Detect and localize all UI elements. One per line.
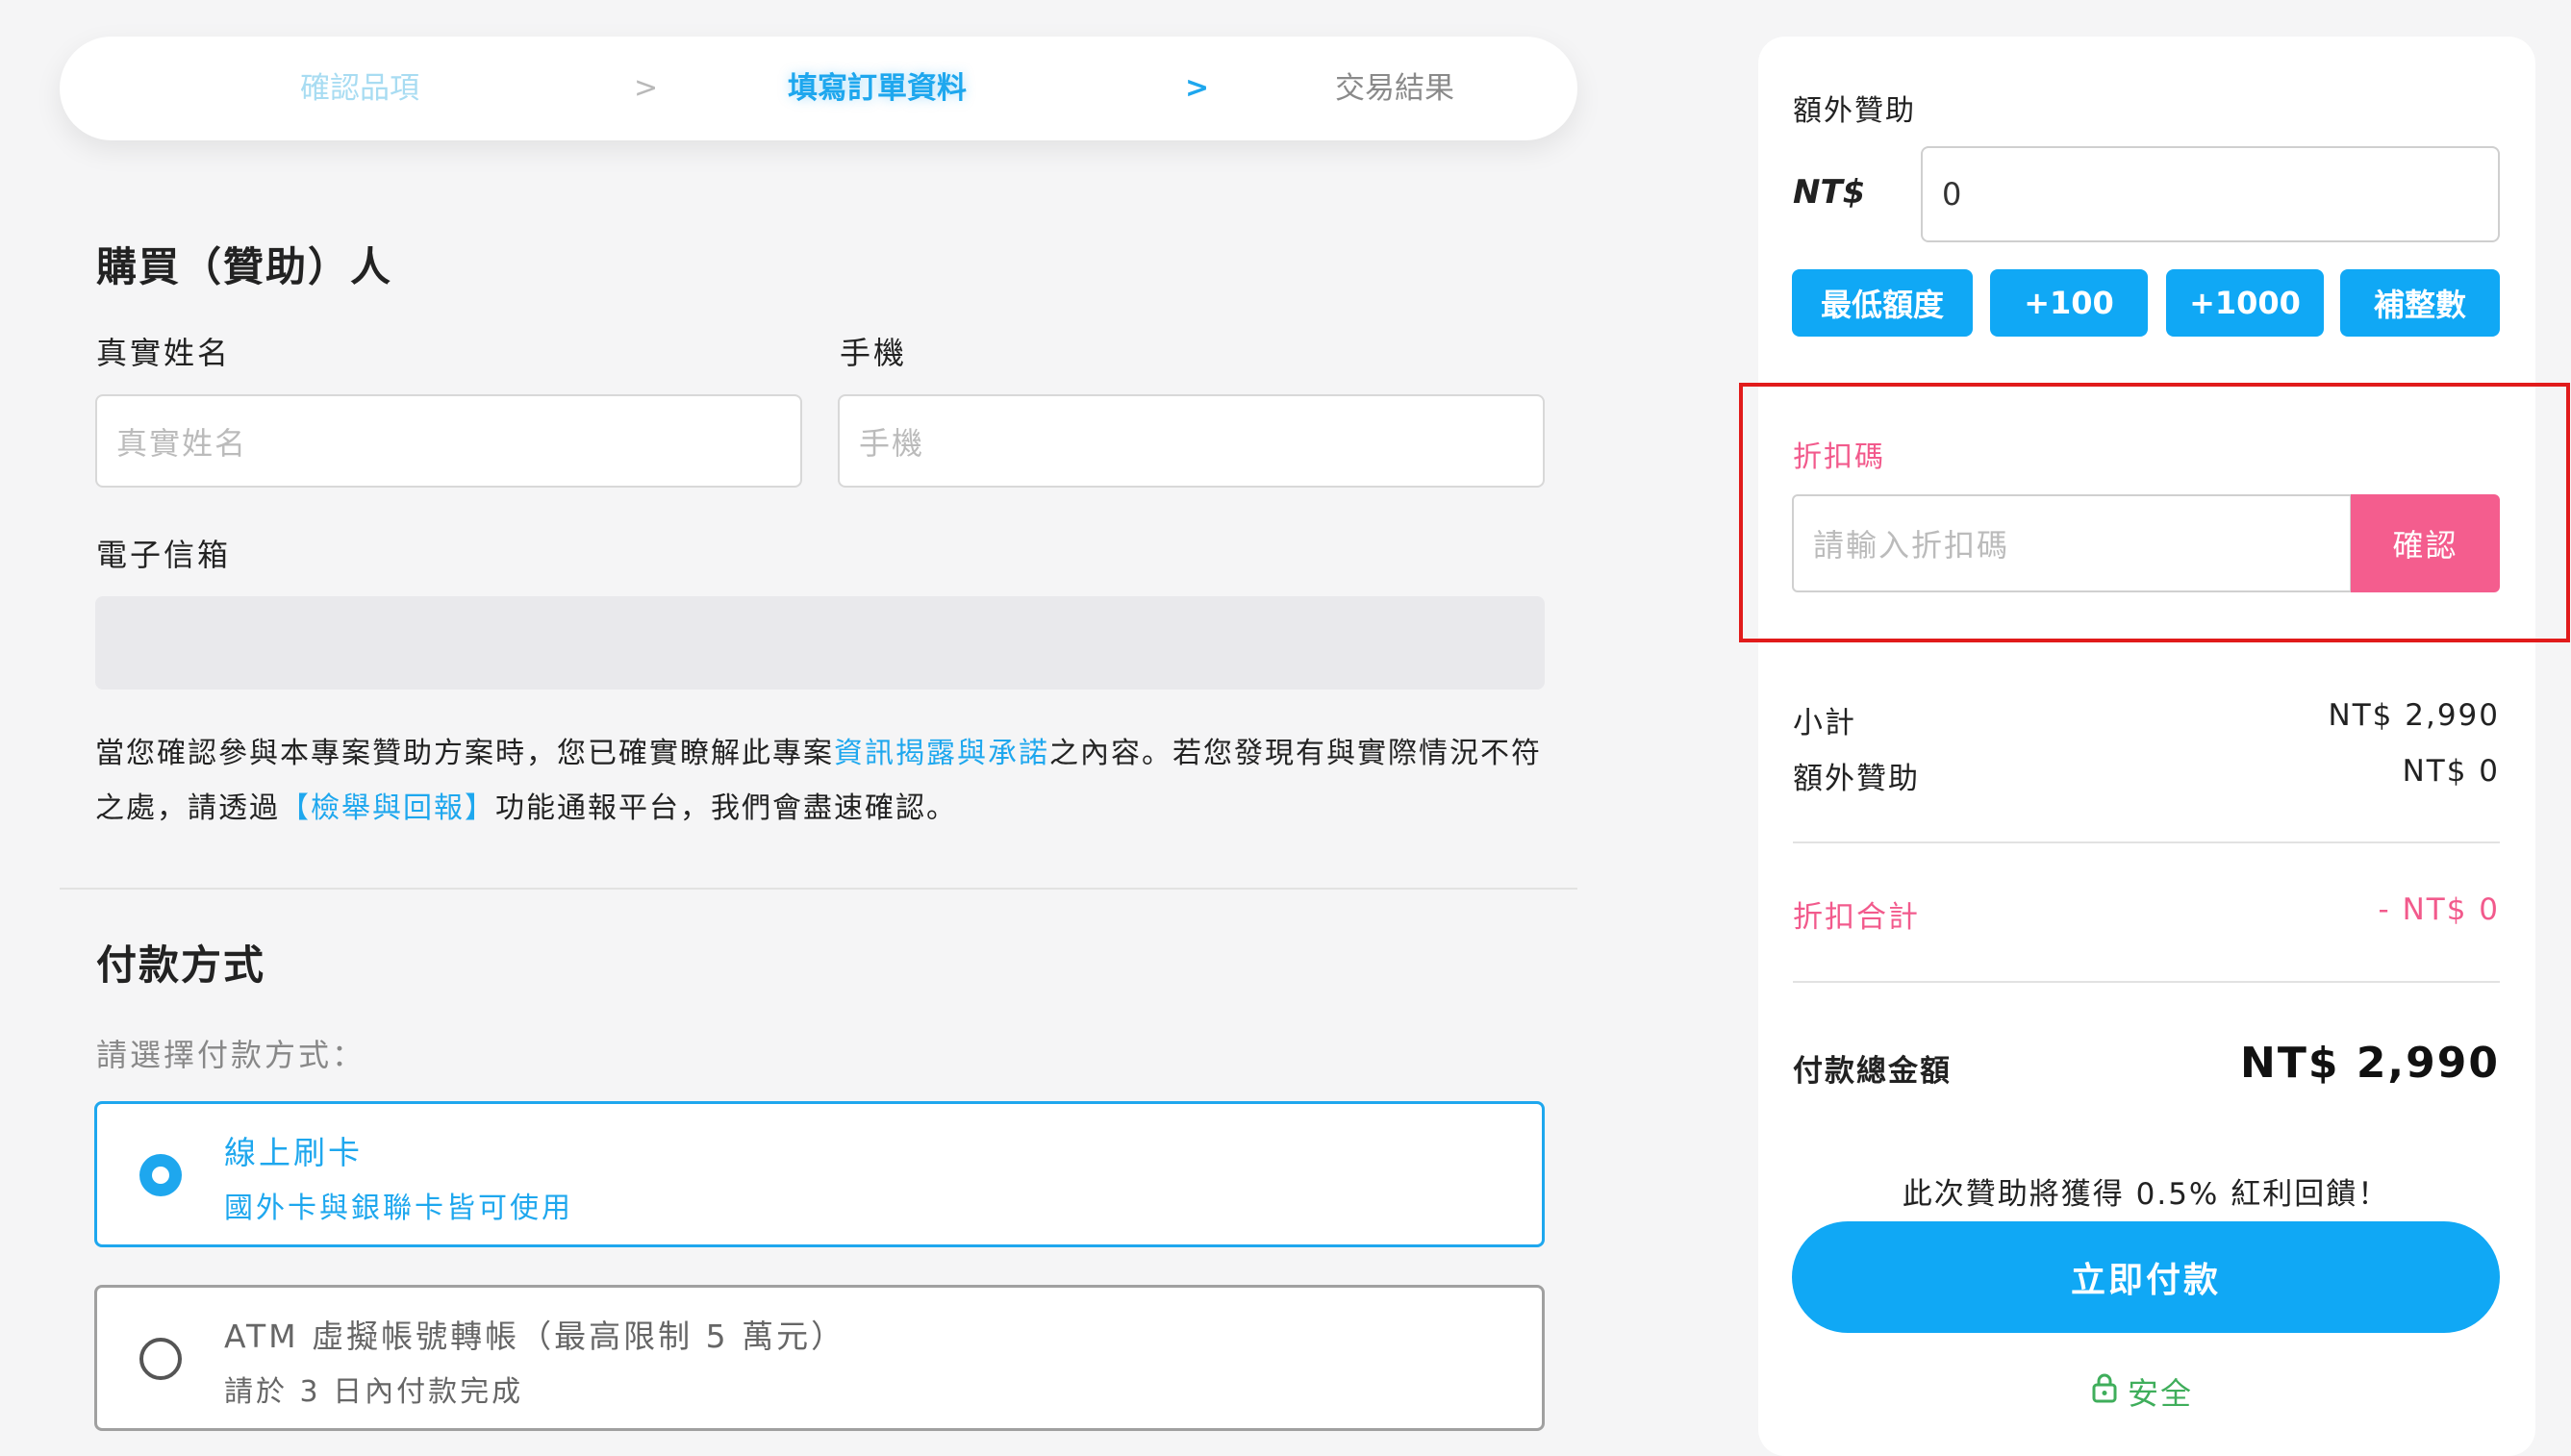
- add-1000-button[interactable]: +1000: [2166, 269, 2324, 337]
- secure-indicator: 安全: [2091, 1369, 2193, 1414]
- step-fill-order: 填寫訂單資料: [788, 71, 967, 106]
- secure-text: 安全: [2128, 1375, 2194, 1412]
- email-field[interactable]: [95, 596, 1545, 690]
- currency-label: NT$: [1793, 173, 1866, 212]
- subtotal-value: NT$ 2,990: [2328, 698, 2500, 733]
- payment-option-title: 線上刷卡: [224, 1134, 363, 1171]
- name-label: 真實姓名: [96, 335, 232, 371]
- summary-divider: [1793, 841, 2500, 843]
- lock-icon: [2091, 1371, 2118, 1412]
- payment-prompt: 請選擇付款方式：: [96, 1037, 366, 1073]
- extra-sponsor-summary-label: 額外贊助: [1793, 762, 1920, 796]
- extra-sponsor-summary-value: NT$ 0: [2402, 754, 2500, 789]
- add-100-button[interactable]: +100: [1990, 269, 2148, 337]
- extra-sponsor-label: 額外贊助: [1793, 94, 1916, 128]
- radio-selected-icon[interactable]: [139, 1154, 182, 1196]
- payment-option-subtitle: 國外卡與銀聯卡皆可使用: [224, 1192, 573, 1225]
- buyer-section-title: 購買（贊助）人: [96, 243, 393, 290]
- payment-option-title: ATM 虛擬帳號轉帳（最高限制 5 萬元）: [224, 1318, 846, 1355]
- phone-label: 手機: [840, 335, 908, 371]
- summary-divider: [1793, 981, 2500, 983]
- payment-section-title: 付款方式: [96, 941, 266, 989]
- name-input[interactable]: 真實姓名: [95, 394, 802, 488]
- subtotal-label: 小計: [1793, 706, 1856, 741]
- extra-sponsor-input[interactable]: 0: [1921, 146, 2500, 242]
- radio-unselected-icon[interactable]: [139, 1338, 182, 1380]
- report-link[interactable]: 【檢舉與回報】: [280, 791, 495, 825]
- notice-text: 功能通報平台，我們會盡速確認。: [495, 791, 957, 825]
- payment-option-subtitle: 請於 3 日內付款完成: [224, 1375, 524, 1409]
- notice-text: 當您確認參與本專案贊助方案時，您已確實瞭解此專案: [95, 737, 834, 770]
- discount-total-value: - NT$ 0: [2378, 892, 2500, 927]
- step-result: 交易結果: [1335, 71, 1454, 106]
- total-label: 付款總金額: [1793, 1054, 1952, 1089]
- payment-option-atm[interactable]: ATM 虛擬帳號轉帳（最高限制 5 萬元） 請於 3 日內付款完成: [94, 1285, 1545, 1431]
- checkout-step-bar: 確認品項 > 填寫訂單資料 > 交易結果: [60, 37, 1577, 140]
- disclosure-notice: 當您確認參與本專案贊助方案時，您已確實瞭解此專案資訊揭露與承諾之內容。若您發現有…: [95, 726, 1557, 836]
- disclosure-link[interactable]: 資訊揭露與承諾: [834, 737, 1049, 770]
- pay-now-button[interactable]: 立即付款: [1792, 1221, 2500, 1333]
- bonus-text: 此次贊助將獲得 0.5% 紅利回饋！: [1902, 1177, 2390, 1212]
- min-amount-button[interactable]: 最低額度: [1792, 269, 1973, 337]
- discount-total-label: 折扣合計: [1793, 900, 1920, 935]
- total-value: NT$ 2,990: [2240, 1039, 2500, 1088]
- section-divider: [60, 888, 1577, 890]
- payment-option-credit-card[interactable]: 線上刷卡 國外卡與銀聯卡皆可使用: [94, 1101, 1545, 1247]
- phone-input[interactable]: 手機: [838, 394, 1545, 488]
- step-confirm-items[interactable]: 確認品項: [167, 37, 552, 140]
- chevron-right-icon: >: [634, 71, 659, 105]
- discount-code-label: 折扣碼: [1793, 440, 1885, 474]
- email-label: 電子信箱: [96, 537, 232, 573]
- round-up-button[interactable]: 補整數: [2340, 269, 2500, 337]
- discount-confirm-button[interactable]: 確認: [2351, 494, 2500, 592]
- discount-code-input[interactable]: 請輸入折扣碼: [1792, 494, 2352, 592]
